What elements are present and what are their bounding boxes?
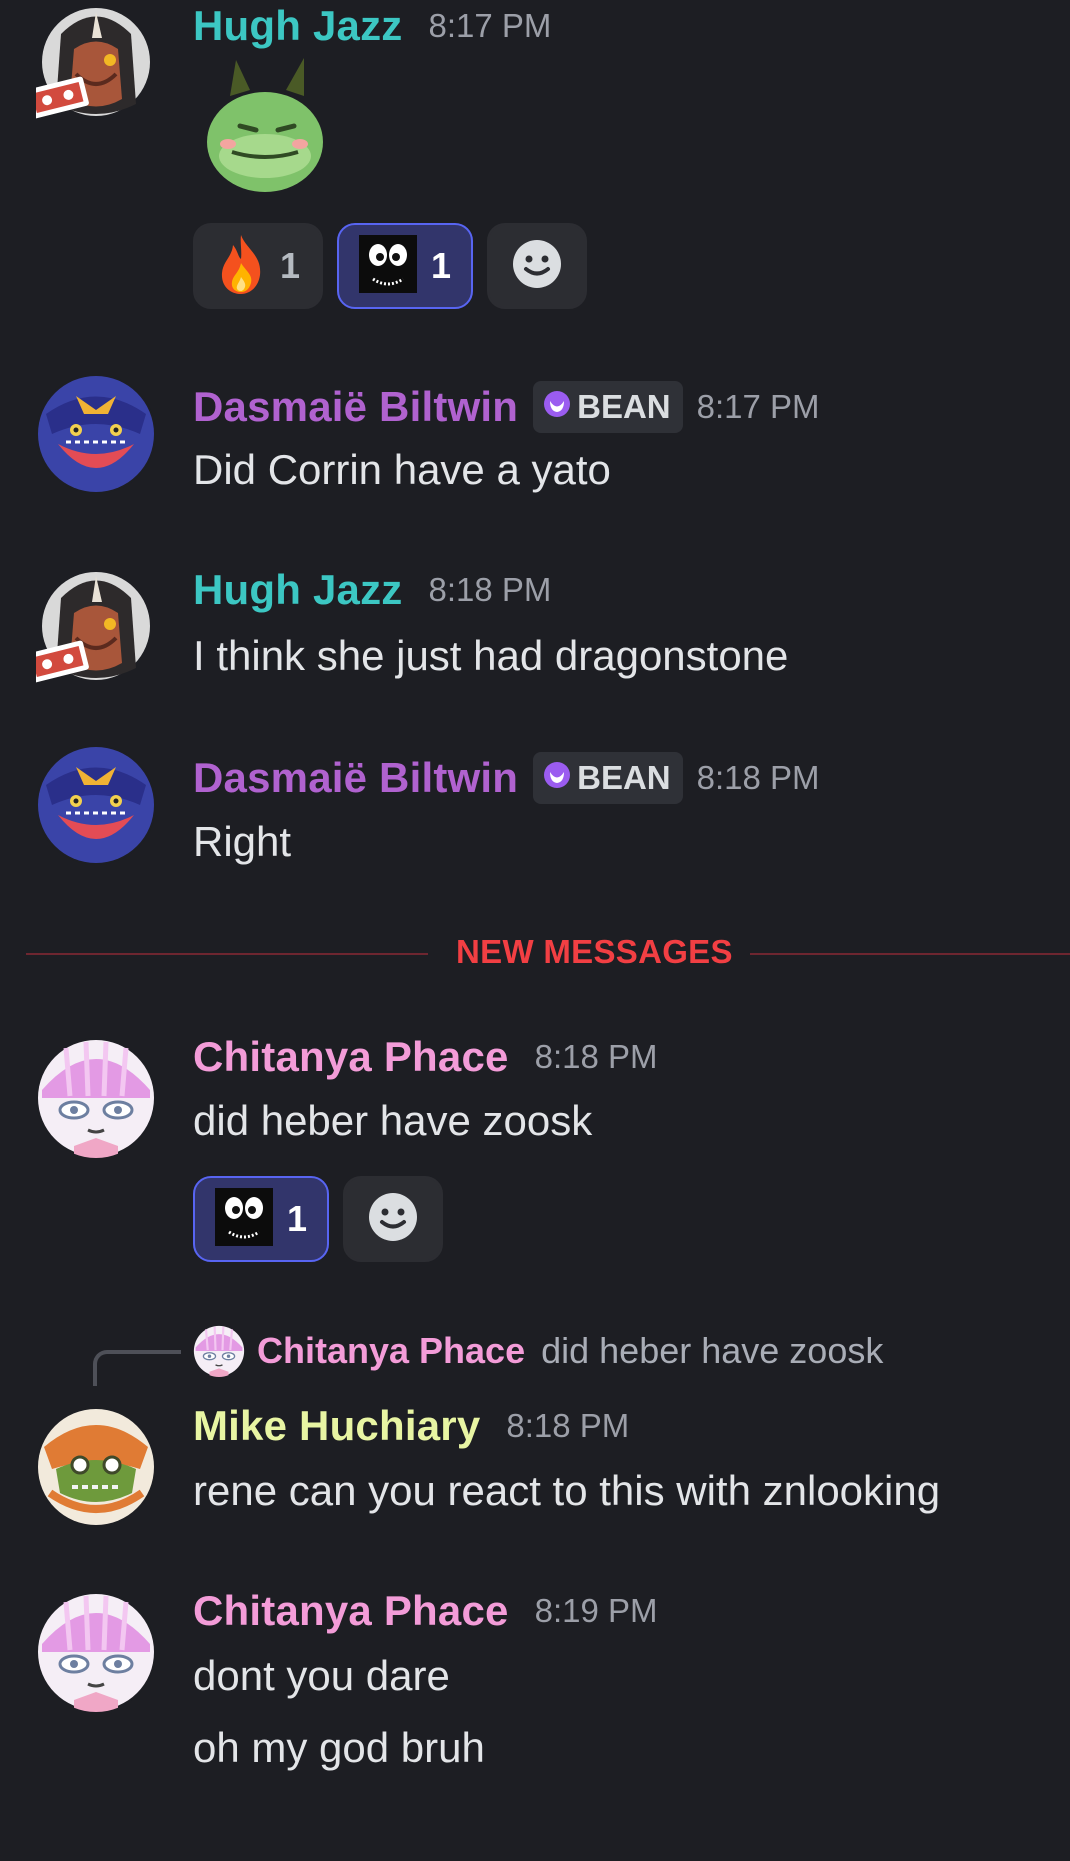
- reactions: 1: [193, 1176, 443, 1262]
- message-text: Did Corrin have a yato: [193, 446, 611, 493]
- message-header: Chitanya Phace 8:18 PM: [193, 1033, 658, 1081]
- bean-icon: [543, 759, 577, 797]
- add-emoji-icon: [367, 1190, 419, 1247]
- author-name[interactable]: Hugh Jazz: [193, 566, 402, 614]
- reply-author[interactable]: Chitanya Phace: [257, 1330, 525, 1372]
- timestamp: 8:18 PM: [506, 1407, 630, 1444]
- reaction-fire[interactable]: 1: [193, 223, 323, 309]
- reply-avatar: [193, 1325, 245, 1377]
- reaction-count: 1: [286, 1198, 308, 1239]
- avatar[interactable]: [36, 1407, 156, 1527]
- message-text: Right: [193, 818, 292, 865]
- message-text: I think she just had dragonstone: [193, 632, 789, 679]
- timestamp: 8:19 PM: [534, 1592, 658, 1629]
- eyes-creature-icon: [357, 233, 419, 298]
- author-name[interactable]: Chitanya Phace: [193, 1587, 509, 1635]
- avatar[interactable]: [36, 1038, 156, 1158]
- divider-line: [26, 953, 428, 955]
- avatar[interactable]: [36, 4, 156, 124]
- message-header: Hugh Jazz 8:17 PM: [193, 2, 551, 50]
- fire-icon: [216, 233, 266, 300]
- timestamp: 8:17 PM: [428, 7, 552, 44]
- avatar[interactable]: [36, 745, 156, 865]
- role-tag-label: BEAN: [577, 388, 671, 425]
- eyes-creature-icon: [213, 1186, 275, 1251]
- reaction-count: 1: [279, 245, 301, 286]
- chat-view: Hugh Jazz 8:17 PM 1 1 Dasmaië Biltwin BE…: [0, 0, 1070, 1861]
- timestamp: 8:18 PM: [696, 759, 820, 796]
- timestamp: 8:18 PM: [428, 571, 552, 608]
- reply-connector: [93, 1350, 181, 1386]
- message-text: dont you dare: [193, 1652, 450, 1699]
- green-dragon-sticker[interactable]: [200, 56, 330, 196]
- reply-text: did heber have zoosk: [541, 1330, 884, 1371]
- avatar[interactable]: [36, 1592, 156, 1712]
- message-header: Dasmaië Biltwin BEAN 8:17 PM: [193, 381, 820, 433]
- message-header: Mike Huchiary 8:18 PM: [193, 1402, 629, 1450]
- author-name[interactable]: Chitanya Phace: [193, 1033, 509, 1081]
- new-messages-divider: NEW MESSAGES: [26, 933, 1070, 970]
- reaction-eyes-creature[interactable]: 1: [337, 223, 473, 309]
- message-text: did heber have zoosk: [193, 1097, 593, 1144]
- avatar[interactable]: [36, 374, 156, 494]
- message-header: Hugh Jazz 8:18 PM: [193, 566, 551, 614]
- add-reaction-button[interactable]: [487, 223, 587, 309]
- new-messages-label: NEW MESSAGES: [456, 933, 733, 970]
- add-emoji-icon: [511, 237, 563, 294]
- author-name[interactable]: Dasmaië Biltwin: [193, 754, 518, 802]
- bean-icon: [543, 388, 577, 426]
- add-reaction-button[interactable]: [343, 1176, 443, 1262]
- timestamp: 8:17 PM: [696, 388, 820, 425]
- author-name[interactable]: Hugh Jazz: [193, 2, 402, 50]
- role-tag-label: BEAN: [577, 759, 671, 796]
- role-tag[interactable]: BEAN: [533, 752, 683, 804]
- author-name[interactable]: Dasmaië Biltwin: [193, 383, 518, 431]
- message-text: oh my god bruh: [193, 1724, 485, 1771]
- reaction-eyes-creature[interactable]: 1: [193, 1176, 329, 1262]
- message-header: Dasmaië Biltwin BEAN 8:18 PM: [193, 752, 820, 804]
- message-header: Chitanya Phace 8:19 PM: [193, 1587, 658, 1635]
- timestamp: 8:18 PM: [534, 1038, 658, 1075]
- role-tag[interactable]: BEAN: [533, 381, 683, 433]
- avatar[interactable]: [36, 568, 156, 688]
- divider-line: [750, 953, 1070, 955]
- message-text: rene can you react to this with znlookin…: [193, 1467, 941, 1514]
- reactions: 1 1: [193, 223, 587, 309]
- reaction-count: 1: [430, 245, 452, 286]
- author-name[interactable]: Mike Huchiary: [193, 1402, 480, 1450]
- reply-preview[interactable]: Chitanya Phace did heber have zoosk: [193, 1325, 883, 1377]
